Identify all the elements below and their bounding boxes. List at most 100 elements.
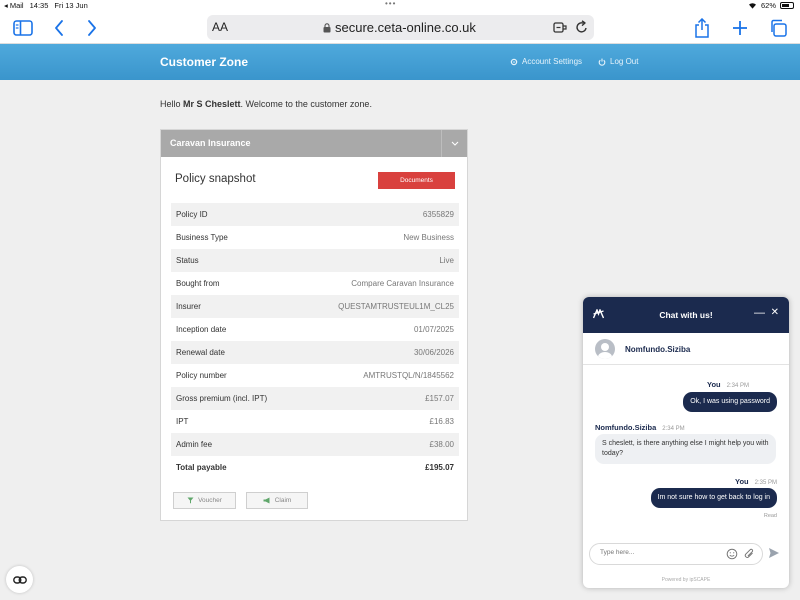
policy-row-value: Live bbox=[439, 256, 454, 265]
message-time: 2:34 PM bbox=[726, 383, 749, 389]
policy-row: Bought from Compare Caravan Insurance bbox=[171, 272, 459, 295]
message-sender: Nomfundo.Siziba bbox=[595, 423, 657, 432]
message-sender: You bbox=[707, 380, 721, 389]
message-meta: Nomfundo.Siziba 2:34 PM bbox=[595, 423, 685, 432]
policy-row: Gross premium (incl. IPT) £157.07 bbox=[171, 387, 459, 410]
policy-row: Insurer QUESTAMTRUSTEUL1M_CL25 bbox=[171, 295, 459, 318]
greeting-prefix: Hello bbox=[160, 99, 181, 109]
message-time: 2:35 PM bbox=[754, 480, 777, 486]
chat-bubble-outgoing: Ok, I was using password bbox=[683, 392, 777, 412]
policy-row: Inception date 01/07/2025 bbox=[171, 318, 459, 341]
site-header: Customer Zone Account Settings Log Out bbox=[0, 44, 800, 80]
site-brand[interactable]: Customer Zone bbox=[160, 55, 248, 69]
chat-message-input[interactable] bbox=[600, 549, 720, 556]
power-icon bbox=[598, 58, 606, 66]
read-receipt: Read bbox=[763, 513, 777, 519]
policy-row-value: £157.07 bbox=[425, 394, 454, 403]
message-sender: You bbox=[735, 477, 749, 486]
address-bar[interactable]: AA secure.ceta-online.co.uk bbox=[207, 15, 594, 40]
emoji-icon[interactable] bbox=[726, 548, 738, 560]
browser-toolbar: AA secure.ceta-online.co.uk bbox=[0, 12, 800, 44]
policy-row-label: Admin fee bbox=[176, 440, 213, 449]
battery-icon bbox=[780, 2, 794, 9]
reload-icon[interactable] bbox=[575, 20, 588, 34]
page-settings-button[interactable]: AA bbox=[212, 20, 228, 34]
logout-label: Log Out bbox=[610, 57, 639, 66]
extension-icon[interactable] bbox=[553, 21, 567, 34]
chat-messages: You 2:34 PM Ok, I was using password Nomf… bbox=[583, 367, 789, 539]
policy-snapshot-title: Policy snapshot bbox=[175, 173, 256, 185]
claim-label: Claim bbox=[274, 497, 292, 504]
policy-row: Status Live bbox=[171, 249, 459, 272]
policy-row: Policy ID 6355829 bbox=[171, 203, 459, 226]
powered-by: Powered by ipSCAPE bbox=[661, 577, 711, 583]
policy-row-label: Status bbox=[176, 256, 199, 265]
tabs-icon bbox=[771, 19, 787, 37]
policy-row-label: Insurer bbox=[176, 302, 201, 311]
customer-name: Mr S Cheslett bbox=[183, 99, 241, 109]
policy-row-label: Inception date bbox=[176, 325, 227, 334]
status-bar: ◂ Mail 14:35 Fri 13 Jun ••• 62% bbox=[0, 0, 800, 12]
chevron-down-icon bbox=[451, 141, 458, 146]
policy-row: Total payable £195.07 bbox=[171, 456, 459, 479]
policy-row-label: Gross premium (incl. IPT) bbox=[176, 394, 268, 403]
policy-row-value: £195.07 bbox=[425, 463, 454, 472]
policy-row-label: Total payable bbox=[176, 463, 227, 472]
link-icon bbox=[12, 575, 27, 584]
send-icon[interactable] bbox=[768, 547, 780, 559]
policy-row-value: 6355829 bbox=[422, 210, 454, 219]
policy-row-label: Renewal date bbox=[176, 348, 225, 357]
message-meta: You 2:34 PM bbox=[707, 380, 749, 389]
multitasking-dots[interactable]: ••• bbox=[385, 0, 396, 8]
policy-row: Policy number AMTRUSTQL/N/1845562 bbox=[171, 364, 459, 387]
back-button[interactable] bbox=[50, 16, 68, 40]
back-to-app-link[interactable]: ◂ Mail bbox=[4, 1, 24, 10]
policy-card-header[interactable]: Caravan Insurance bbox=[161, 130, 467, 157]
wifi-icon bbox=[748, 3, 756, 9]
policy-details-table: Policy ID 6355829 Business Type New Busines… bbox=[171, 203, 459, 479]
chat-header: Chat with us! — ✕ bbox=[583, 297, 789, 333]
logout-link[interactable]: Log Out bbox=[598, 57, 638, 66]
policy-row-label: Policy number bbox=[176, 371, 227, 380]
account-settings-link[interactable]: Account Settings bbox=[510, 57, 582, 66]
claim-button[interactable]: Claim bbox=[246, 492, 308, 509]
policy-row-value: 01/07/2025 bbox=[413, 325, 454, 334]
policy-row-value: £38.00 bbox=[429, 440, 454, 449]
policy-row: IPT £16.83 bbox=[171, 410, 459, 433]
chat-bubble-outgoing: Im not sure how to get back to log in bbox=[650, 488, 777, 508]
accessibility-button[interactable] bbox=[6, 566, 33, 593]
share-button[interactable] bbox=[692, 16, 712, 40]
lock-icon bbox=[323, 23, 331, 33]
policy-row: Renewal date 30/06/2026 bbox=[171, 341, 459, 364]
avatar bbox=[595, 339, 615, 359]
policy-row: Business Type New Business bbox=[171, 226, 459, 249]
sidebar-icon bbox=[13, 20, 33, 36]
url-text: secure.ceta-online.co.uk bbox=[335, 20, 476, 35]
status-date: Fri 13 Jun bbox=[54, 1, 88, 10]
minimize-icon[interactable]: — bbox=[754, 307, 765, 319]
tabs-overview-button[interactable] bbox=[767, 16, 789, 40]
sidebar-toggle-button[interactable] bbox=[12, 16, 34, 40]
policy-row-value: AMTRUSTQL/N/1845562 bbox=[363, 371, 454, 380]
documents-button[interactable]: Documents bbox=[378, 172, 455, 189]
agent-name: Nomfundo.Siziba bbox=[625, 345, 691, 354]
paperclip-icon[interactable] bbox=[744, 548, 755, 560]
close-icon[interactable]: ✕ bbox=[771, 307, 779, 318]
chat-bubble-incoming: S cheslett, is there anything else I mig… bbox=[595, 434, 776, 464]
new-tab-button[interactable] bbox=[730, 16, 750, 40]
policy-card: Caravan Insurance Policy snapshot Docume… bbox=[160, 129, 468, 521]
policy-row-value: New Business bbox=[403, 233, 454, 242]
policy-row-value: £16.83 bbox=[429, 417, 454, 426]
status-time: 14:35 bbox=[29, 1, 49, 10]
forward-button[interactable] bbox=[83, 16, 101, 40]
chevron-right-icon bbox=[88, 20, 96, 36]
voucher-button[interactable]: Voucher bbox=[173, 492, 236, 509]
policy-card-title: Caravan Insurance bbox=[170, 138, 251, 148]
collapse-toggle[interactable] bbox=[441, 130, 467, 157]
battery-percent: 62% bbox=[760, 1, 776, 10]
policy-row-value: QUESTAMTRUSTEUL1M_CL25 bbox=[338, 302, 454, 311]
policy-row-value: 30/06/2026 bbox=[413, 348, 454, 357]
gear-icon bbox=[510, 58, 518, 65]
policy-row-label: Business Type bbox=[176, 233, 228, 242]
policy-row-value: Compare Caravan Insurance bbox=[351, 279, 454, 288]
